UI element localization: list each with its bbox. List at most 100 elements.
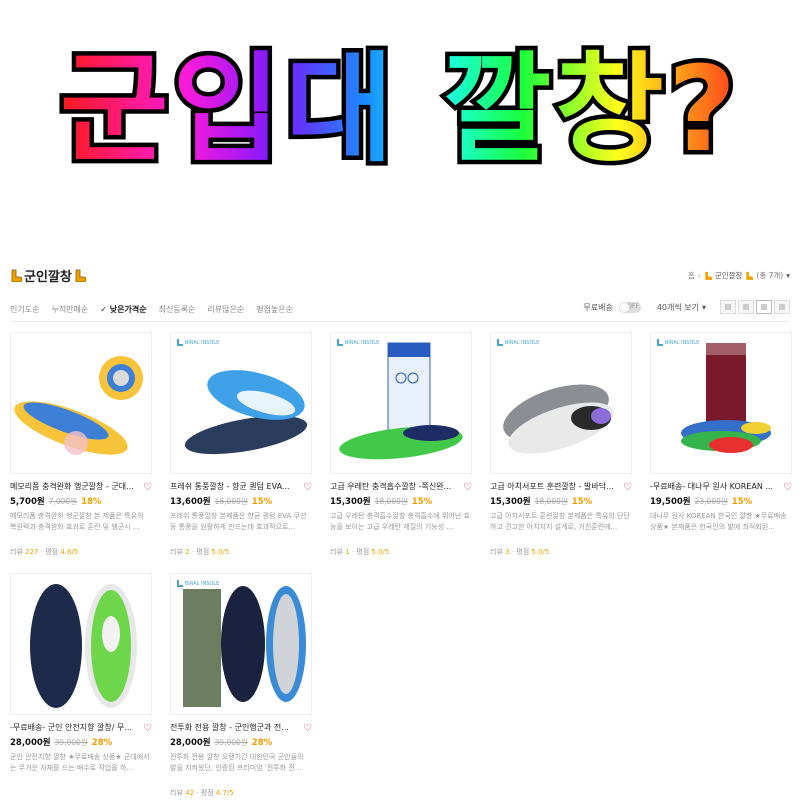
- rating-label: 평점: [45, 548, 59, 556]
- product-image[interactable]: BIRAL INSOLE: [170, 332, 312, 474]
- brand-logo: BIRAL INSOLE: [177, 339, 219, 346]
- heart-icon[interactable]: ♡: [783, 482, 792, 493]
- review-count: 42: [185, 789, 195, 797]
- rating-value: 5.0/5: [211, 548, 230, 556]
- free-shipping-toggle[interactable]: OFF: [618, 301, 641, 313]
- sort-tab-popular[interactable]: 인기도순: [10, 304, 45, 315]
- discount-rate: 15%: [411, 497, 433, 507]
- original-price: 39,000원: [214, 738, 248, 747]
- category-title-text: 군인깔창: [24, 270, 72, 285]
- price-row: 28,000원 39,000원 28%: [170, 736, 312, 748]
- breadcrumb-count: (총 7개): [756, 271, 784, 280]
- product-name[interactable]: 고급 우레탄 충격흡수깔창 -쪽신완...: [330, 481, 458, 492]
- original-price: 18,000원: [534, 497, 568, 506]
- sort-tab-sales[interactable]: 누적판매순: [45, 304, 94, 315]
- chevron-down-icon[interactable]: ▾: [786, 271, 790, 280]
- heart-icon[interactable]: ♡: [143, 482, 152, 493]
- sort-tab-rating[interactable]: 평점높은순: [250, 304, 299, 315]
- review-info: 리뷰 227 · 평점 4.6/5: [10, 548, 79, 556]
- product-description: 대나무 원사 KOREAN 한국인 깔창 ★무료배송 상품★ 본제품은 한국인의…: [650, 512, 787, 531]
- product-description: 군인 안전지향 깔창 ★무료배송 상품★ 군대에서는 무거운 자재를 드는 배수…: [10, 753, 150, 772]
- sort-tab-low-price[interactable]: ✓ 낮은가격순: [94, 304, 152, 315]
- breadcrumb-home[interactable]: 홈: [688, 270, 695, 281]
- view-count-select[interactable]: 40개씩 보기 ▾: [657, 302, 706, 313]
- chevron-down-icon: ▾: [701, 302, 706, 312]
- review-count: 227: [25, 548, 39, 556]
- price-row: 28,000원 39,000원 28%: [10, 736, 152, 748]
- boot-icon: [11, 269, 22, 282]
- sale-price: 15,300원: [490, 497, 531, 507]
- rating-label: 평점: [196, 548, 210, 556]
- breadcrumb: 홈 › 군인깔창 (총 7개) ▾: [688, 270, 790, 281]
- chevron-right-icon: ›: [697, 271, 701, 280]
- product-card[interactable]: BIRAL INSOLE -무료배송- 대나무 원사 KOREAN ... ♡ …: [650, 332, 792, 533]
- product-description: 전투화 전용 깔창 오랜기간 대한민국 군인들의 발을 지켜왔던, 인증된 프리…: [170, 753, 304, 772]
- heart-icon[interactable]: ♡: [143, 723, 152, 734]
- discount-rate: 18%: [81, 497, 102, 507]
- sale-price: 19,500원: [650, 497, 691, 507]
- review-count: 2: [185, 548, 190, 556]
- price-row: 19,500원 23,000원 15%: [650, 495, 792, 507]
- product-image[interactable]: BIRAL INSOLE: [170, 573, 312, 715]
- review-info: 리뷰 1 · 평점 5.0/5: [330, 548, 390, 556]
- grid-medium-icon[interactable]: [738, 300, 754, 314]
- product-description: 프레쉬 통풍깔창 본제품은 향균 퀀텀 EVA 쿠션 등 통풍을 원활하게 만드…: [170, 512, 307, 531]
- grid-large-icon[interactable]: [756, 300, 772, 314]
- product-name[interactable]: -무료배송- 대나무 원사 KOREAN ...: [650, 481, 778, 492]
- list-view-icon[interactable]: [774, 300, 790, 314]
- product-description: 고급 아치서포트 훈련깔창 본제품은 특유의 단단하고 견고한 아치지지 설계로…: [490, 512, 630, 531]
- brand-logo: BIRAL INSOLE: [337, 339, 379, 346]
- grid-small-icon[interactable]: [720, 300, 736, 314]
- heart-icon[interactable]: ♡: [303, 723, 312, 734]
- category-header: 군인깔창 홈 › 군인깔창 (총 7개) ▾: [10, 262, 790, 292]
- product-card[interactable]: BIRAL INSOLE 고급 우레탄 충격흡수깔창 -쪽신완... ♡ 15,…: [330, 332, 472, 557]
- product-image[interactable]: BIRAL INSOLE: [490, 332, 632, 474]
- sale-price: 28,000원: [170, 738, 211, 748]
- product-card[interactable]: BIRAL INSOLE 프레쉬 통풍깔창 - 향균 퀀텀 EVA... ♡ 1…: [170, 332, 312, 557]
- product-card[interactable]: 메모리폼 충격완화 행군깔창 - 군대... ♡ 5,700원 7,000원 1…: [10, 332, 152, 557]
- discount-rate: 15%: [731, 497, 753, 507]
- review-count: 3: [505, 548, 510, 556]
- free-shipping-label: 무료배송: [583, 302, 613, 312]
- sort-tab-reviews[interactable]: 리뷰많은순: [201, 304, 250, 315]
- review-label: 리뷰: [330, 548, 343, 556]
- boot-icon: [75, 269, 86, 282]
- product-name[interactable]: 고급 아치서포트 훈련깔창 - 발바닥...: [490, 481, 618, 492]
- toggle-state: OFF: [627, 302, 639, 310]
- product-image[interactable]: BIRAL INSOLE: [330, 332, 472, 474]
- heart-icon[interactable]: ♡: [623, 482, 632, 493]
- review-label: 리뷰: [170, 789, 183, 797]
- sort-tab-newest[interactable]: 최신등록순: [153, 304, 202, 315]
- price-row: 5,700원 7,000원 18%: [10, 495, 152, 507]
- promo-banner: 군입대 깔창?: [0, 0, 800, 230]
- heart-icon[interactable]: ♡: [303, 482, 312, 493]
- product-name[interactable]: -무료배송- 군인 안전지향 깔창/ 무...: [10, 722, 138, 733]
- discount-rate: 15%: [251, 497, 273, 507]
- product-name[interactable]: 전투화 전용 깔창 - 군인행군과 전...: [170, 722, 298, 733]
- review-info: 리뷰 3 · 평점 5.0/5: [490, 548, 550, 556]
- original-price: 7,000원: [48, 497, 78, 506]
- heart-icon[interactable]: ♡: [463, 482, 472, 493]
- product-name[interactable]: 프레쉬 통풍깔창 - 향균 퀀텀 EVA...: [170, 481, 298, 492]
- banner-headline: 군입대 깔창?: [60, 40, 740, 178]
- review-label: 리뷰: [10, 548, 23, 556]
- product-image[interactable]: BIRAL INSOLE: [650, 332, 792, 474]
- sale-price: 28,000원: [10, 738, 51, 748]
- product-image[interactable]: [10, 332, 152, 474]
- rating-value: 5.0/5: [371, 548, 390, 556]
- discount-rate: 28%: [91, 738, 113, 748]
- breadcrumb-current[interactable]: 군인깔창: [715, 270, 743, 281]
- product-card[interactable]: BIRAL INSOLE 고급 아치서포트 훈련깔창 - 발바닥... ♡ 15…: [490, 332, 632, 557]
- review-label: 리뷰: [490, 548, 503, 556]
- boot-icon: [746, 271, 754, 280]
- product-name[interactable]: 메모리폼 충격완화 행군깔창 - 군대...: [10, 481, 138, 492]
- rating-label: 평점: [356, 548, 370, 556]
- product-image[interactable]: [10, 573, 152, 715]
- rating-value: 4.7/5: [215, 789, 234, 797]
- product-card[interactable]: BIRAL INSOLE 전투화 전용 깔창 - 군인행군과 전... ♡ 28…: [170, 573, 312, 798]
- sort-controls: 무료배송 OFF 40개씩 보기 ▾: [583, 300, 790, 314]
- product-card[interactable]: -무료배송- 군인 안전지향 깔창/ 무... ♡ 28,000원 39,000…: [10, 573, 152, 774]
- original-price: 39,000원: [54, 738, 88, 747]
- rating-value: 5.0/5: [531, 548, 550, 556]
- brand-logo: BIRAL INSOLE: [177, 580, 219, 587]
